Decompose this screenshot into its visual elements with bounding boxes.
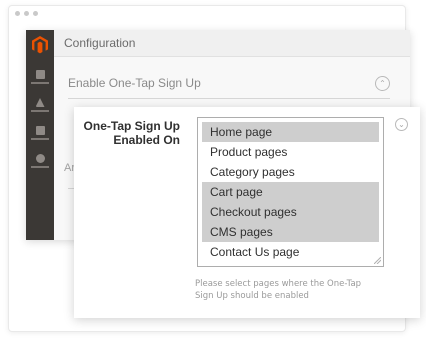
field-panel: One-Tap Sign Up Enabled On Home page Prod… [74, 107, 420, 318]
select-option[interactable]: Contact Us page [202, 242, 379, 262]
browser-titlebar [9, 6, 405, 20]
field-label: One-Tap Sign Up Enabled On [83, 119, 180, 147]
sales-icon [35, 98, 45, 107]
section-enable-one-tap[interactable]: Enable One-Tap Sign Up ⌃ [68, 68, 390, 99]
select-option[interactable]: Category pages [202, 162, 379, 182]
sidebar-item-label [31, 166, 49, 168]
select-option[interactable]: Checkout pages [202, 202, 379, 222]
select-option[interactable]: Home page [202, 122, 379, 142]
page-title: Configuration [64, 36, 136, 50]
select-option[interactable]: Product pages [202, 142, 379, 162]
sidebar-item-label [31, 138, 49, 140]
sidebar-item-stores[interactable] [26, 120, 54, 146]
sidebar-item-sales[interactable] [26, 92, 54, 118]
window-minimize-dot[interactable] [24, 10, 29, 16]
sidebar-item-dashboard[interactable] [26, 64, 54, 90]
field-note: Please select pages where the One-Tap Si… [195, 279, 362, 301]
window-maximize-dot[interactable] [33, 10, 38, 16]
sidebar-item-label [31, 82, 49, 84]
select-option[interactable]: CMS pages [202, 222, 379, 242]
chevron-down-icon[interactable]: ⌄ [395, 118, 408, 131]
admin-sidebar [26, 30, 54, 240]
pages-multiselect[interactable]: Home page Product pages Category pages Cart… [197, 117, 384, 267]
resize-grip-icon[interactable] [374, 257, 381, 264]
chevron-up-icon[interactable]: ⌃ [375, 75, 390, 91]
dashboard-icon [35, 70, 45, 79]
select-option[interactable]: Cart page [202, 182, 379, 202]
magento-logo-icon[interactable] [32, 36, 48, 54]
system-icon [35, 154, 45, 163]
admin-header: Configuration [54, 30, 410, 57]
sidebar-item-system[interactable] [26, 148, 54, 174]
window-close-dot[interactable] [15, 10, 20, 16]
section-label: Enable One-Tap Sign Up [68, 76, 201, 90]
sidebar-item-label [31, 110, 49, 112]
stores-icon [35, 126, 45, 135]
